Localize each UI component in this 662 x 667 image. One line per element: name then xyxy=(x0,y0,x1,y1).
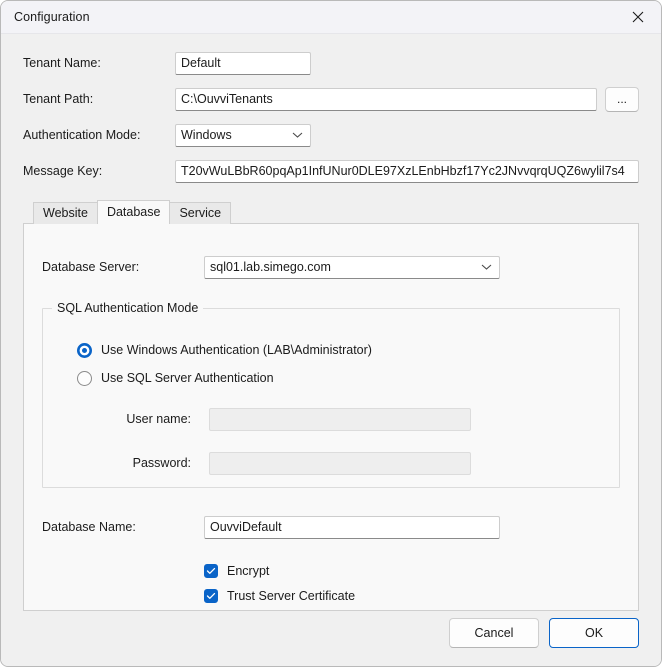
check-indicator-trust-server-certificate xyxy=(204,588,218,603)
authentication-mode-value: Windows xyxy=(181,127,232,142)
database-tab-panel: Database Server: sql01.lab.simego.com SQ… xyxy=(23,223,639,611)
radio-label-windows-auth: Use Windows Authentication (LAB\Administ… xyxy=(101,343,372,357)
sql-authentication-mode-title: SQL Authentication Mode xyxy=(52,301,204,315)
tenant-name-label: Tenant Name: xyxy=(23,56,101,70)
tab-service[interactable]: Service xyxy=(169,202,232,224)
database-name-row: Database Name: xyxy=(42,514,620,540)
password-input xyxy=(209,451,471,475)
radio-label-sql-auth: Use SQL Server Authentication xyxy=(101,371,274,385)
tenant-path-label: Tenant Path: xyxy=(23,92,94,106)
database-server-value: sql01.lab.simego.com xyxy=(210,259,331,274)
check-indicator-encrypt xyxy=(204,563,218,578)
radio-use-sql-server-authentication[interactable]: Use SQL Server Authentication xyxy=(77,365,601,391)
close-button[interactable] xyxy=(615,1,661,33)
sql-authentication-mode-group: SQL Authentication Mode Use Windows Auth… xyxy=(42,301,620,488)
password-label: Password: xyxy=(132,456,191,470)
dialog-body: Tenant Name: Tenant Path: ... Authentica… xyxy=(1,34,661,666)
message-key-label: Message Key: xyxy=(23,164,103,178)
authentication-mode-label: Authentication Mode: xyxy=(23,128,141,142)
message-key-input[interactable] xyxy=(175,159,639,183)
tenant-name-input[interactable] xyxy=(175,51,311,75)
database-server-select[interactable]: sql01.lab.simego.com xyxy=(204,255,500,279)
ok-button[interactable]: OK xyxy=(549,618,639,648)
database-name-input[interactable] xyxy=(204,515,500,539)
authentication-mode-row: Authentication Mode: Windows xyxy=(23,120,639,150)
user-name-input xyxy=(209,407,471,431)
top-form: Tenant Name: Tenant Path: ... Authentica… xyxy=(23,34,639,186)
database-server-row: Database Server: sql01.lab.simego.com xyxy=(42,254,620,280)
radio-indicator-windows-auth xyxy=(77,342,92,358)
message-key-row: Message Key: xyxy=(23,156,639,186)
tenant-name-row: Tenant Name: xyxy=(23,48,639,78)
database-server-label: Database Server: xyxy=(42,260,140,274)
tenant-path-input[interactable] xyxy=(175,87,597,111)
titlebar: Configuration xyxy=(1,1,661,34)
database-options: Encrypt Trust Server Certificate xyxy=(42,558,620,608)
chevron-down-icon xyxy=(292,125,303,146)
tab-database[interactable]: Database xyxy=(96,200,171,224)
tab-website[interactable]: Website xyxy=(33,202,98,224)
user-name-row: User name: xyxy=(61,403,601,435)
tenant-path-row: Tenant Path: ... xyxy=(23,84,639,114)
authentication-mode-select[interactable]: Windows xyxy=(175,123,311,147)
radio-indicator-sql-auth xyxy=(77,370,92,386)
checkbox-label-trust-server-certificate: Trust Server Certificate xyxy=(227,588,356,603)
window-title: Configuration xyxy=(14,10,90,24)
configuration-dialog: Configuration Tenant Name: Tenant Path: … xyxy=(0,0,662,667)
checkbox-encrypt[interactable]: Encrypt xyxy=(204,558,620,583)
browse-button[interactable]: ... xyxy=(605,86,639,112)
chevron-down-icon xyxy=(481,257,492,278)
tabstrip: Website Database Service xyxy=(23,200,639,224)
radio-use-windows-authentication[interactable]: Use Windows Authentication (LAB\Administ… xyxy=(77,337,601,363)
dialog-footer: Cancel OK xyxy=(449,618,639,648)
user-name-label: User name: xyxy=(126,412,191,426)
password-row: Password: xyxy=(61,447,601,479)
cancel-button[interactable]: Cancel xyxy=(449,618,539,648)
checkbox-label-encrypt: Encrypt xyxy=(227,563,270,578)
checkbox-trust-server-certificate[interactable]: Trust Server Certificate xyxy=(204,583,620,608)
database-name-label: Database Name: xyxy=(42,520,136,534)
close-icon xyxy=(632,11,644,23)
